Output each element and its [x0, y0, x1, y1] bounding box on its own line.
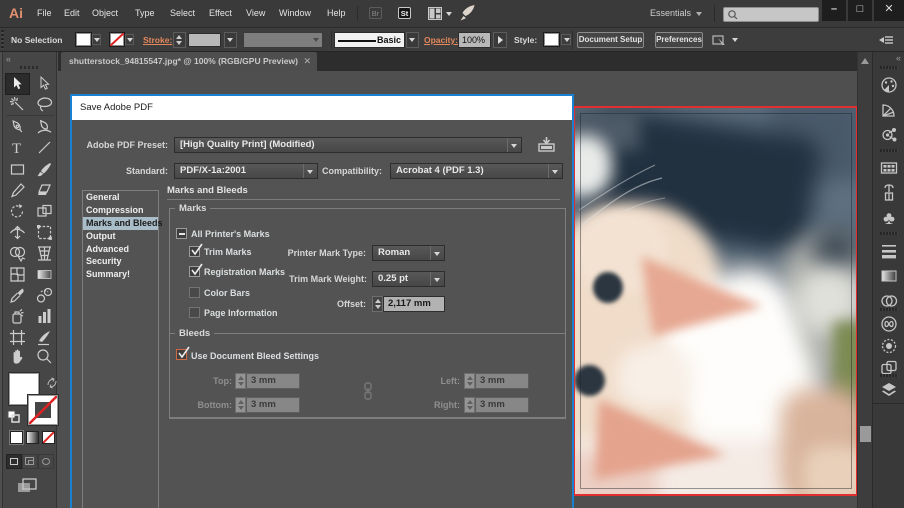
svg-text:T: T: [12, 141, 21, 156]
